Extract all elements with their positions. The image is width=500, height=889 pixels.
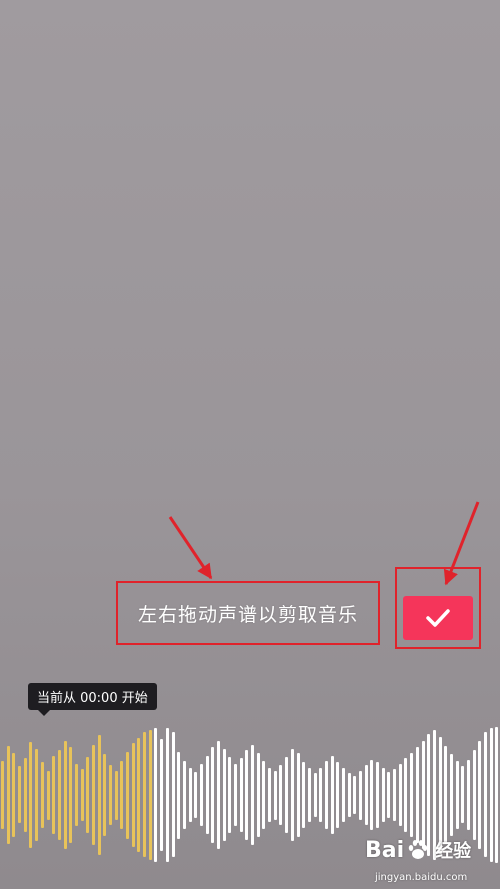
- drag-hint-annotation-box: 左右拖动声谱以剪取音乐: [116, 581, 380, 645]
- waveform-bar: [63, 740, 67, 850]
- waveform-bar: [74, 763, 78, 827]
- waveform-bar: [313, 773, 317, 817]
- waveform-bar: [114, 770, 118, 820]
- waveform-bar: [398, 763, 402, 827]
- waveform-bar: [177, 751, 181, 839]
- waveform-bar: [404, 758, 408, 832]
- waveform-bar: [393, 769, 396, 821]
- waveform-bar: [285, 756, 289, 834]
- waveform-bar: [80, 769, 84, 821]
- baidu-paw-icon: [408, 840, 428, 859]
- waveform-bar: [165, 728, 169, 862]
- waveform-bar: [199, 763, 203, 827]
- waveform-bar: [415, 747, 419, 843]
- confirm-button[interactable]: [403, 596, 473, 640]
- waveform-bar: [148, 730, 152, 860]
- waveform-bar: [160, 739, 164, 851]
- waveform-bar: [245, 750, 249, 840]
- waveform-bar: [211, 747, 215, 843]
- waveform-bar: [131, 743, 135, 847]
- start-time-tooltip: 当前从 00:00 开始: [28, 683, 157, 716]
- waveform-bar: [12, 752, 16, 838]
- waveform-bar: [57, 750, 61, 840]
- baidu-jingyan-watermark: Bai 经验 jingyan.baidu.com: [365, 837, 495, 887]
- waveform-bar: [205, 755, 209, 835]
- waveform-bar: [69, 747, 73, 843]
- waveform-bar: [302, 762, 306, 828]
- waveform-bar: [120, 761, 124, 829]
- waveform-bar: [330, 755, 334, 835]
- waveform-bar: [86, 756, 90, 834]
- waveform-bar: [438, 736, 442, 854]
- tooltip-pointer: [38, 710, 50, 716]
- waveform-bar: [296, 752, 300, 838]
- waveform-bar: [370, 759, 374, 831]
- waveform-bar: [421, 740, 425, 850]
- watermark-logo: Bai 经验: [365, 837, 472, 863]
- waveform-bar: [234, 763, 237, 827]
- waveform-bar: [126, 751, 129, 839]
- waveform-bar: [103, 754, 107, 836]
- waveform-bar: [410, 752, 414, 838]
- waveform-bar: [29, 742, 33, 849]
- waveform-bar: [376, 762, 379, 828]
- waveform-bar: [262, 761, 266, 829]
- waveform-bar: [444, 746, 448, 844]
- waveform-bar: [347, 773, 351, 817]
- waveform-bar: [35, 748, 39, 842]
- waveform-bar: [154, 728, 158, 862]
- waveform-bar: [216, 740, 220, 850]
- waveform-bar: [478, 740, 482, 850]
- waveform-bar: [239, 758, 243, 832]
- waveform-bar: [97, 735, 101, 855]
- waveform-bar: [336, 762, 340, 828]
- waveform-bar: [364, 765, 368, 825]
- check-icon: [426, 609, 450, 627]
- waveform-bar: [143, 732, 146, 858]
- waveform-bar: [472, 750, 476, 840]
- waveform-bar: [466, 759, 470, 831]
- waveform-bar: [222, 748, 226, 842]
- waveform-bar: [109, 765, 112, 825]
- waveform-bar: [188, 767, 192, 823]
- drag-hint-text: 左右拖动声谱以剪取音乐: [137, 603, 358, 626]
- start-time-text: 当前从 00:00 开始: [37, 691, 148, 706]
- waveform-bar: [279, 765, 283, 825]
- waveform-bar: [449, 754, 453, 836]
- waveform-bar: [307, 767, 311, 823]
- waveform-bar: [251, 744, 254, 846]
- waveform-bar: [461, 766, 465, 824]
- waveform-bar: [171, 732, 175, 858]
- waveform-bar: [387, 771, 391, 819]
- waveform-bar: [324, 761, 328, 829]
- waveform-bar: [495, 727, 499, 863]
- waveform-bar: [341, 767, 345, 823]
- waveform-bar: [46, 770, 50, 820]
- waveform-bar: [52, 755, 56, 835]
- waveform-bar: [40, 762, 44, 828]
- waveform-bar: [256, 752, 260, 838]
- waveform-bar: [290, 748, 294, 842]
- waveform-bar: [455, 761, 459, 829]
- waveform-bar: [6, 746, 10, 844]
- waveform-bar: [194, 771, 198, 819]
- waveform-bar: [18, 766, 21, 824]
- waveform-bar: [137, 737, 141, 853]
- waveform-bar: [91, 744, 95, 846]
- waveform-bar: [228, 756, 232, 834]
- watermark-url: jingyan.baidu.com: [375, 872, 468, 883]
- waveform-bar: [381, 767, 385, 823]
- waveform-bar: [23, 757, 27, 833]
- waveform-bar: [273, 770, 277, 820]
- waveform-bar: [353, 776, 357, 815]
- waveform-bar: [1, 761, 4, 829]
- waveform-bar: [359, 770, 362, 820]
- waveform-bar: [319, 767, 323, 823]
- waveform-bar: [268, 767, 271, 823]
- waveform-bar: [182, 761, 186, 829]
